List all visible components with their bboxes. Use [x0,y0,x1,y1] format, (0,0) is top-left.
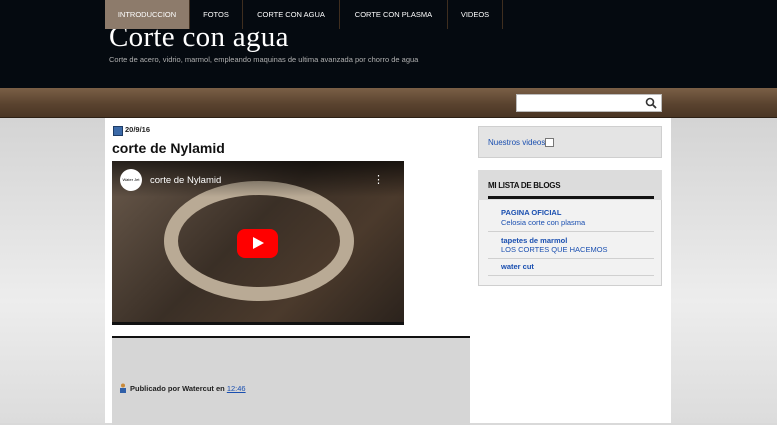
blog-item-separator [488,258,654,259]
blog-item-name[interactable]: PAGINA OFICIAL [501,208,561,217]
blog-item-post[interactable]: Celosia corte con plasma [501,218,585,227]
blog-item-post[interactable]: LOS CORTES QUE HACEMOS [501,245,608,254]
blog-list-title: MI LISTA DE BLOGS [488,181,561,190]
broken-image-icon[interactable] [545,138,555,147]
post-date: 20/9/16 [125,125,151,134]
search-icon[interactable] [645,97,657,109]
author-icon [120,383,126,393]
search-input[interactable] [516,94,662,112]
blog-list-divider [488,196,654,199]
channel-avatar[interactable]: Water Jet [120,169,142,191]
site-description: Corte de acero, vidrio, marmol, empleand… [109,55,419,64]
posted-by-label: Publicado por Watercut en [130,384,225,393]
blog-item-name[interactable]: tapetes de marmol [501,236,567,245]
play-icon[interactable] [237,229,278,258]
blog-item-name[interactable]: water cut [501,262,534,271]
videos-link-label[interactable]: Nuestros videos [488,138,545,147]
post-title[interactable]: corte de Nylamid [112,140,225,156]
blog-item-separator [488,231,654,232]
post-footer [112,336,470,425]
videos-link[interactable]: Nuestros videos [488,138,555,147]
calendar-icon [113,126,123,136]
nav-item-corte-con-plasma[interactable]: CORTE CON PLASMA [340,0,448,29]
post-byline: Publicado por Watercut en 12:46 [130,384,246,393]
nav-item-videos[interactable]: VIDEOS [448,0,503,29]
nav-item-corte-con-agua[interactable]: CORTE CON AGUA [243,0,340,29]
post-time-link[interactable]: 12:46 [227,384,246,393]
nav-item-introduccion[interactable]: INTRODUCCION [105,0,190,29]
more-options-icon[interactable]: ⋮ [373,173,384,186]
video-divider [112,322,404,325]
video-player[interactable]: Water Jet corte de Nylamid ⋮ [112,161,404,325]
nav-item-fotos[interactable]: FOTOS [190,0,243,29]
blog-item-separator [488,275,654,276]
video-title[interactable]: corte de Nylamid [150,175,221,186]
